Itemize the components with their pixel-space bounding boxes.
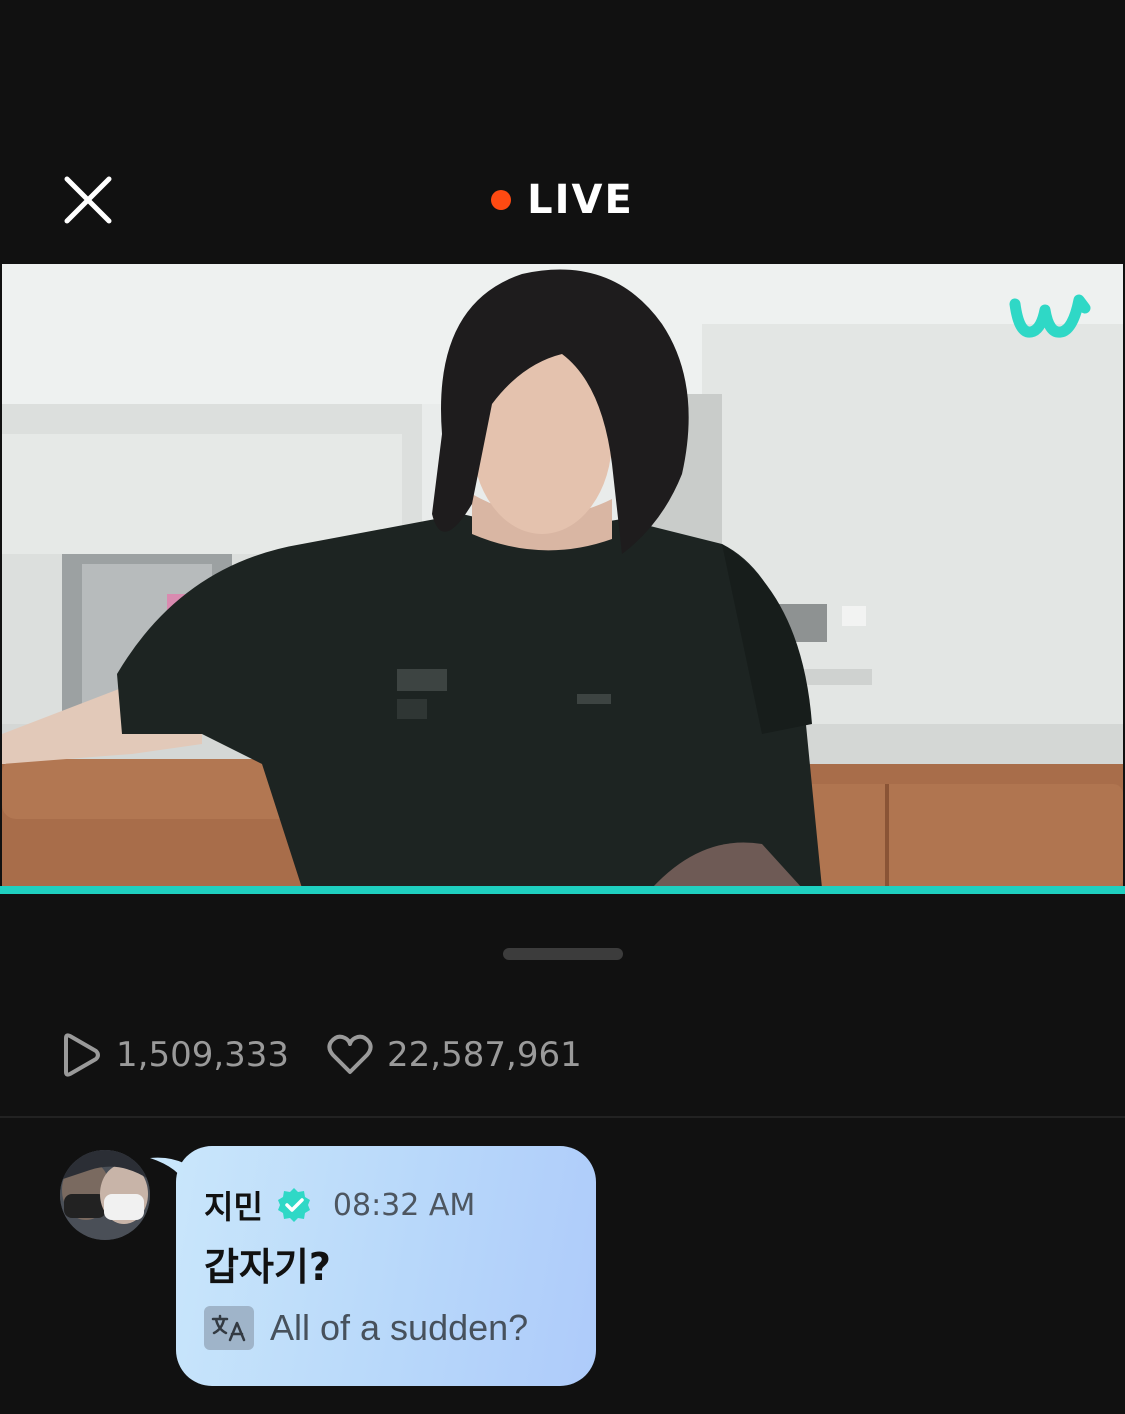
weverse-logo-icon xyxy=(1009,294,1091,338)
views-stat: 1,509,333 xyxy=(60,1032,289,1078)
weverse-logo xyxy=(1009,286,1093,344)
sheet-drag-handle[interactable] xyxy=(503,948,623,960)
video-frame xyxy=(2,264,1123,888)
comment-author[interactable]: 지민 xyxy=(204,1182,263,1228)
likes-count: 22,587,961 xyxy=(387,1035,582,1075)
comment-time: 08:32 AM xyxy=(332,1187,476,1223)
translate-button[interactable] xyxy=(204,1306,254,1350)
play-icon xyxy=(64,1033,100,1077)
stats-row: 1,509,333 22,587,961 xyxy=(60,1030,620,1080)
divider xyxy=(0,1116,1125,1118)
live-dot xyxy=(491,190,512,210)
live-viewer: LIVE 1,509,333 22,587,961 지민 08:32 AM 갑자… xyxy=(0,0,1125,1414)
progress-bar xyxy=(0,886,1125,894)
translation-text: All of a sudden? xyxy=(270,1307,529,1348)
live-label: LIVE xyxy=(527,177,634,223)
live-indicator: LIVE xyxy=(0,176,1125,224)
likes-stat[interactable]: 22,587,961 xyxy=(327,1034,582,1076)
verified-badge-icon xyxy=(277,1188,310,1222)
comment-bubble: 지민 08:32 AM 갑자기? All of a sudden? xyxy=(176,1146,596,1386)
avatar-image xyxy=(60,1150,150,1240)
translate-icon xyxy=(211,1314,246,1342)
comment-header: 지민 08:32 AM xyxy=(204,1182,475,1228)
avatar[interactable] xyxy=(60,1150,150,1240)
comment-message: 갑자기? xyxy=(204,1245,331,1289)
progress-fill xyxy=(0,886,1125,894)
heart-icon xyxy=(327,1034,373,1074)
views-count: 1,509,333 xyxy=(116,1035,290,1075)
video-player[interactable] xyxy=(2,264,1123,888)
comment-translation: All of a sudden? xyxy=(204,1306,528,1350)
